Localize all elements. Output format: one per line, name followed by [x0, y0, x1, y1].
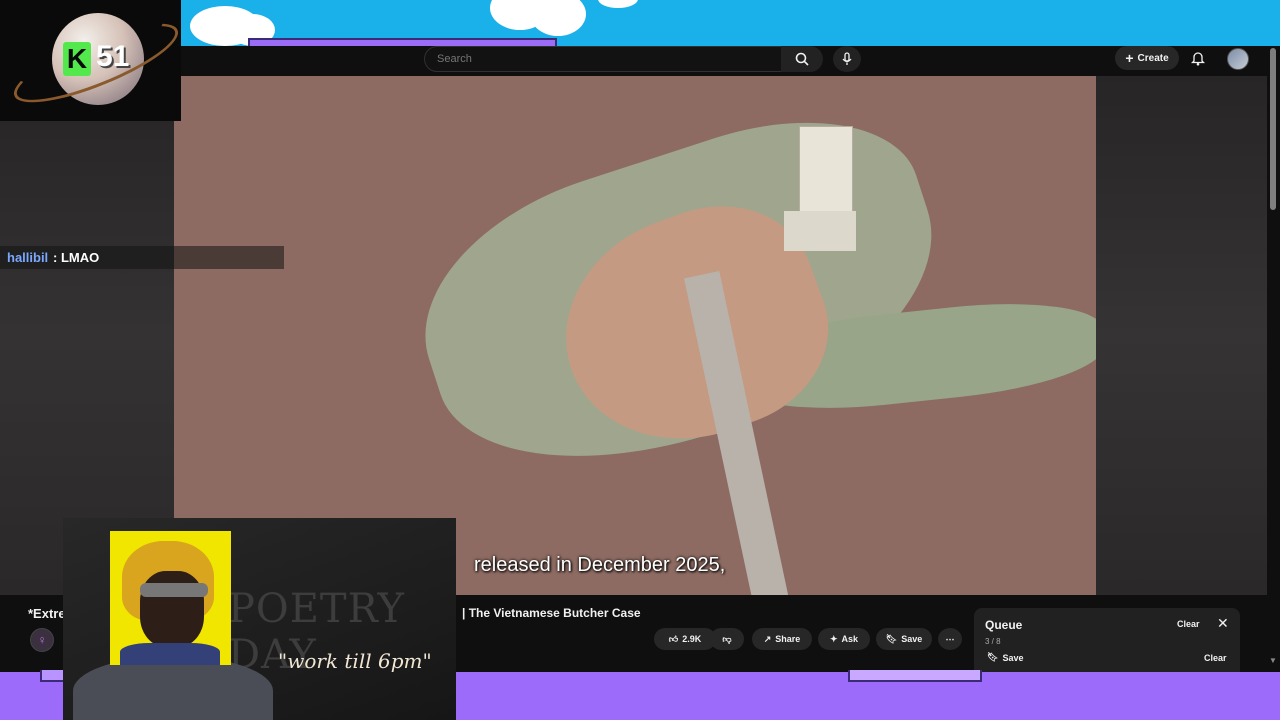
theater-backdrop-right	[1096, 76, 1267, 595]
thumbs-down-icon: 👎︎	[722, 633, 732, 644]
search-button[interactable]	[781, 46, 823, 72]
streamer-body	[73, 656, 273, 720]
bookmark-icon: 🔖︎	[885, 633, 898, 644]
save-label: Save	[901, 634, 923, 644]
create-button[interactable]: + Create	[1115, 46, 1179, 70]
video-title: | The Vietnamese Butcher Case	[462, 606, 641, 620]
mic-icon	[842, 52, 852, 65]
plus-icon: +	[1125, 50, 1134, 66]
queue-save-button[interactable]: 🔖︎ Save	[987, 652, 1023, 663]
chat-text: : LMAO	[53, 250, 100, 265]
scrollbar-thumb[interactable]	[1270, 48, 1276, 210]
voice-search-button[interactable]	[833, 46, 861, 72]
search-icon	[795, 52, 809, 66]
share-label: Share	[775, 634, 801, 644]
video-scene-building	[784, 211, 856, 251]
search-input[interactable]	[435, 47, 769, 71]
meme-avatar-image	[110, 531, 231, 665]
ask-button[interactable]: ✦ Ask	[818, 628, 870, 650]
avatar-shirt	[120, 643, 220, 665]
queue-clear-button[interactable]: Clear	[1177, 619, 1200, 629]
sunglasses-icon	[140, 583, 208, 597]
channel-logo: K 51	[0, 0, 181, 121]
queue-clear-secondary-button[interactable]: Clear	[1204, 653, 1227, 663]
decorative-panel-edge	[848, 670, 982, 682]
profile-avatar[interactable]	[1227, 48, 1249, 70]
more-actions-button[interactable]: ⋯	[938, 628, 962, 650]
video-caption: released in December 2025,	[474, 554, 726, 576]
youtube-top-bar: + Create	[0, 46, 1280, 76]
queue-save-label: Save	[1002, 652, 1024, 663]
queue-panel: Queue 3 / 8 Clear ✕ 🔖︎ Save Clear	[974, 608, 1240, 672]
like-count: 2.9K	[682, 634, 702, 644]
chat-username: hallibil	[7, 250, 49, 265]
dislike-button[interactable]: 👎︎	[710, 628, 744, 650]
webcam-quote: "work till 6pm"	[278, 649, 432, 673]
video-scene-tower	[799, 126, 853, 218]
queue-count: 3 / 8	[985, 637, 1001, 646]
more-icon: ⋯	[945, 633, 955, 644]
ask-label: Ask	[841, 634, 859, 644]
save-button[interactable]: 🔖︎ Save	[876, 628, 932, 650]
share-icon: ↗	[763, 633, 772, 644]
thumbs-up-icon: 👍︎	[668, 633, 679, 644]
like-button[interactable]: 👍︎ 2.9K	[654, 628, 716, 650]
webcam-overlay: POETRY DAY "work till 6pm"	[63, 518, 456, 720]
bell-icon	[1191, 52, 1205, 66]
notifications-button[interactable]	[1188, 48, 1208, 68]
queue-title: Queue	[985, 618, 1023, 632]
sparkle-icon: ✦	[829, 633, 838, 644]
scroll-down-icon[interactable]: ▼	[1268, 656, 1278, 666]
chat-message: hallibil : LMAO	[0, 246, 284, 269]
share-button[interactable]: ↗ Share	[752, 628, 812, 650]
create-label: Create	[1137, 52, 1169, 64]
bookmark-icon: 🔖︎	[987, 652, 999, 662]
channel-avatar[interactable]: ♀	[30, 628, 54, 652]
search-box[interactable]	[424, 46, 783, 72]
logo-letter: K	[63, 42, 91, 76]
close-icon[interactable]: ✕	[1217, 616, 1231, 630]
video-title-fragment: *Extre	[28, 606, 66, 621]
logo-number: 51	[96, 40, 130, 73]
